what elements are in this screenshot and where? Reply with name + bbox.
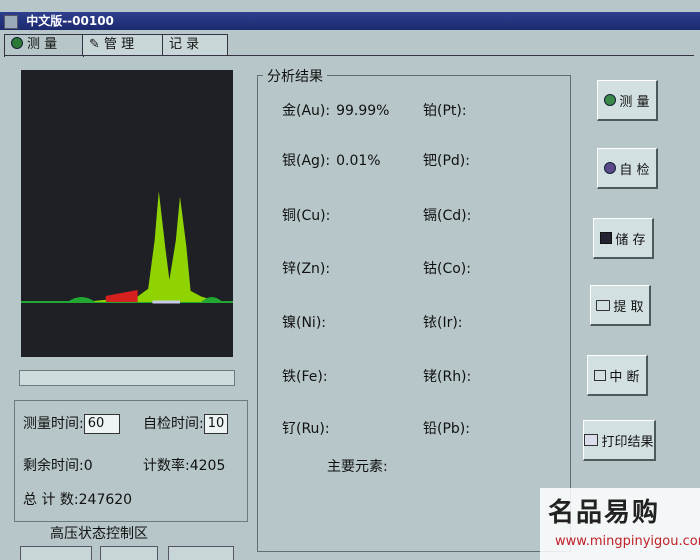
- result-left-row: 银(Ag): 0.01%: [282, 150, 381, 170]
- spectrum-plot: [21, 70, 233, 357]
- result-right-row: 镉(Cd):: [423, 205, 477, 225]
- selfcheck-time-row: 自检时间: 10: [143, 413, 228, 434]
- element-value: 99.99%: [336, 103, 390, 119]
- watermark-url: www.mingpinyigou.com: [555, 534, 700, 549]
- tab-records[interactable]: 记 录: [162, 34, 228, 55]
- result-right-row: 铑(Rh):: [423, 366, 477, 386]
- selfcheck-icon: [604, 162, 617, 174]
- count-rate-row: 计数率:4205: [143, 455, 225, 475]
- spectrum-chart: [21, 191, 233, 304]
- remaining-time-label: 剩余时间:: [23, 458, 84, 474]
- measure-button-label: 测 量: [619, 94, 650, 110]
- control-panel: 测量时间: 60 自检时间: 10 剩余时间:0 计数率:4205 总 计 数:24…: [14, 400, 248, 522]
- app-window: 中文版--00100 测 量 ✎ 管 理 记 录 测量时间: 60 自检时间: 10…: [0, 0, 700, 560]
- element-label: 锌(Zn):: [282, 261, 331, 277]
- save-button-label: 储 存: [615, 232, 646, 248]
- hv-control-button-3[interactable]: [168, 546, 234, 560]
- measure-time-row: 测量时间: 60: [23, 413, 120, 434]
- element-label: 银(Ag):: [282, 153, 331, 169]
- element-label: 铱(Ir):: [423, 315, 463, 331]
- element-label: 钌(Ru):: [282, 421, 330, 437]
- measure-time-input[interactable]: 60: [83, 414, 120, 434]
- title-bar: 中文版--00100: [0, 12, 700, 30]
- tab-records-label: 记 录: [169, 37, 200, 52]
- floppy-disk-icon: [600, 232, 613, 244]
- hv-control-button-2[interactable]: [100, 546, 158, 560]
- print-results-button[interactable]: 打印结果: [583, 420, 656, 461]
- result-right-row: 铱(Ir):: [423, 312, 469, 332]
- element-label: 钴(Co):: [423, 261, 471, 277]
- result-right-row: 铅(Pb):: [423, 418, 476, 438]
- measure-time-label: 测量时间:: [23, 416, 84, 432]
- result-left-row: 铜(Cu):: [282, 205, 336, 225]
- spectrum-scrollbar[interactable]: [19, 370, 235, 386]
- printer-icon: [584, 434, 599, 446]
- window-title: 中文版--00100: [26, 14, 114, 28]
- total-count-label: 总 计 数:: [23, 492, 79, 508]
- folder-open-icon: [596, 299, 611, 311]
- element-label: 铑(Rh):: [423, 369, 472, 385]
- element-label: 铂(Pt):: [423, 103, 467, 119]
- save-button[interactable]: 储 存: [593, 218, 654, 259]
- element-label: 铜(Cu):: [282, 208, 331, 224]
- result-left-row: 铁(Fe):: [282, 366, 334, 386]
- spectrum-series: [21, 191, 233, 302]
- count-rate-label: 计数率:: [143, 458, 190, 474]
- remaining-time-value: 0: [83, 458, 93, 474]
- element-label: 铅(Pb):: [423, 421, 470, 437]
- result-left-row: 锌(Zn):: [282, 258, 336, 278]
- interrupt-button-label: 中 断: [609, 369, 640, 385]
- results-title: 分析结果: [263, 66, 327, 86]
- measure-button[interactable]: 测 量: [597, 80, 658, 121]
- watermark-brand: 名品易购: [548, 492, 660, 529]
- tab-measure-label: 测 量: [27, 37, 58, 52]
- element-label: 镍(Ni):: [282, 315, 327, 331]
- total-count-row: 总 计 数:247620: [23, 489, 132, 509]
- tab-manage-label: 管 理: [104, 37, 135, 52]
- measure-icon: [604, 94, 617, 106]
- print-results-button-label: 打印结果: [601, 434, 654, 450]
- result-right-row: 钴(Co):: [423, 258, 477, 278]
- selfcheck-time-input[interactable]: 10: [203, 414, 228, 434]
- measure-tab-icon: [11, 37, 23, 49]
- tab-manage[interactable]: ✎ 管 理: [82, 34, 168, 55]
- spectrum-region-red: [105, 290, 138, 302]
- selfcheck-button[interactable]: 自 检: [597, 148, 658, 189]
- element-value: 0.01%: [336, 153, 381, 169]
- interrupt-button[interactable]: 中 断: [587, 355, 648, 396]
- element-label: 铁(Fe):: [282, 369, 328, 385]
- result-left-row: 镍(Ni):: [282, 312, 332, 332]
- main-elements-label: 主要元素:: [327, 459, 388, 475]
- count-rate-value: 4205: [189, 458, 226, 474]
- element-label: 金(Au):: [282, 103, 331, 119]
- extract-button[interactable]: 提 取: [590, 285, 651, 326]
- tab-measure[interactable]: 测 量: [4, 34, 84, 57]
- result-right-row: 钯(Pd):: [423, 150, 476, 170]
- app-icon: [4, 15, 18, 29]
- result-right-row: 铂(Pt):: [423, 100, 473, 120]
- hv-control-label: 高压状态控制区: [50, 526, 148, 542]
- tab-divider: [4, 55, 694, 56]
- wrench-icon: ✎: [89, 37, 100, 52]
- hv-control-button-1[interactable]: [20, 546, 92, 560]
- selfcheck-time-label: 自检时间:: [143, 416, 204, 432]
- element-label: 镉(Cd):: [423, 208, 472, 224]
- result-left-row: 金(Au): 99.99%: [282, 100, 389, 120]
- watermark-brand-text: 名品易购: [548, 498, 661, 528]
- extract-button-label: 提 取: [613, 299, 644, 315]
- spectrum-minor-peak: [67, 297, 96, 302]
- stop-icon: [594, 369, 607, 381]
- total-count-value: 247620: [78, 492, 133, 508]
- result-left-row: 钌(Ru):: [282, 418, 336, 438]
- selfcheck-button-label: 自 检: [619, 162, 650, 178]
- remaining-time-row: 剩余时间:0: [23, 455, 93, 475]
- element-label: 钯(Pd):: [423, 153, 470, 169]
